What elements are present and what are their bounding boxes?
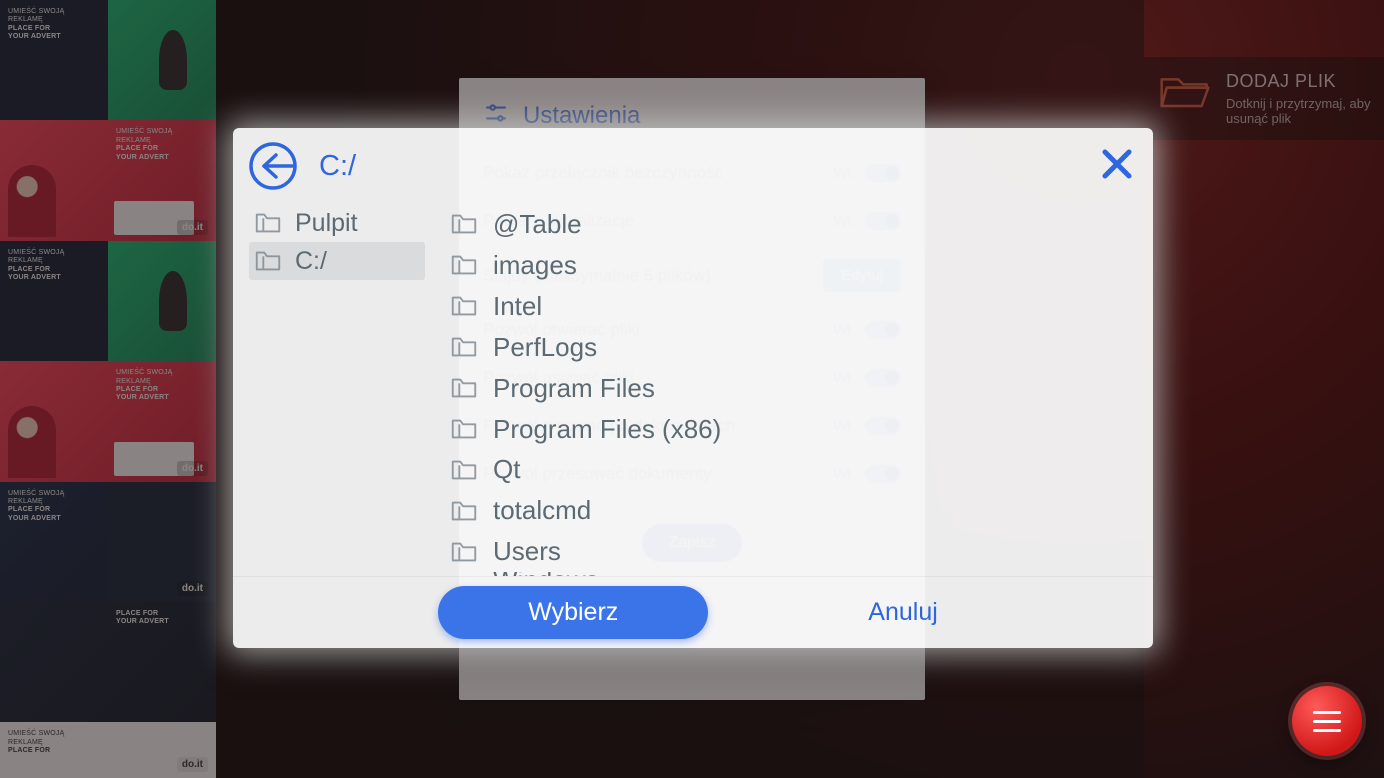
close-button[interactable] [1095,142,1139,186]
folder-label: images [493,247,577,284]
places-list: Pulpit C:/ [249,200,425,576]
folder-item[interactable]: totalcmd [441,490,1143,531]
folder-label: PerfLogs [493,329,597,366]
dialog-header: C:/ [233,128,1153,198]
place-label: Pulpit [295,209,358,238]
dialog-footer: Wybierz Anuluj [233,576,1153,648]
folder-label: totalcmd [493,492,591,529]
folder-item[interactable]: PerfLogs [441,327,1143,368]
folder-item[interactable]: Qt [441,449,1143,490]
folder-label: Program Files (x86) [493,411,721,448]
folder-item[interactable]: Program Files [441,368,1143,409]
place-item[interactable]: Pulpit [249,204,425,242]
folder-label: Windows [493,572,598,576]
folder-item[interactable]: Program Files (x86) [441,409,1143,450]
place-item[interactable]: C:/ [249,242,425,280]
hamburger-icon [1313,720,1341,723]
back-button[interactable] [247,140,299,192]
folder-item[interactable]: Intel [441,286,1143,327]
place-label: C:/ [295,247,327,276]
folder-list: @Table images Intel PerfLogs Program Files Pr… [425,200,1153,576]
current-path: C:/ [319,150,356,183]
folder-item[interactable]: Users [441,531,1143,572]
menu-fab[interactable] [1292,686,1362,756]
folder-label: Qt [493,451,520,488]
cancel-button[interactable]: Anuluj [858,586,948,639]
file-picker-dialog: C:/ Pulpit C:/ @Table images Intel PerfLogs P… [233,128,1153,648]
folder-label: @Table [493,206,582,243]
folder-label: Intel [493,288,542,325]
select-button[interactable]: Wybierz [438,586,708,639]
folder-item[interactable]: images [441,245,1143,286]
folder-item[interactable]: @Table [441,204,1143,245]
folder-label: Users [493,533,561,570]
folder-label: Program Files [493,370,655,407]
